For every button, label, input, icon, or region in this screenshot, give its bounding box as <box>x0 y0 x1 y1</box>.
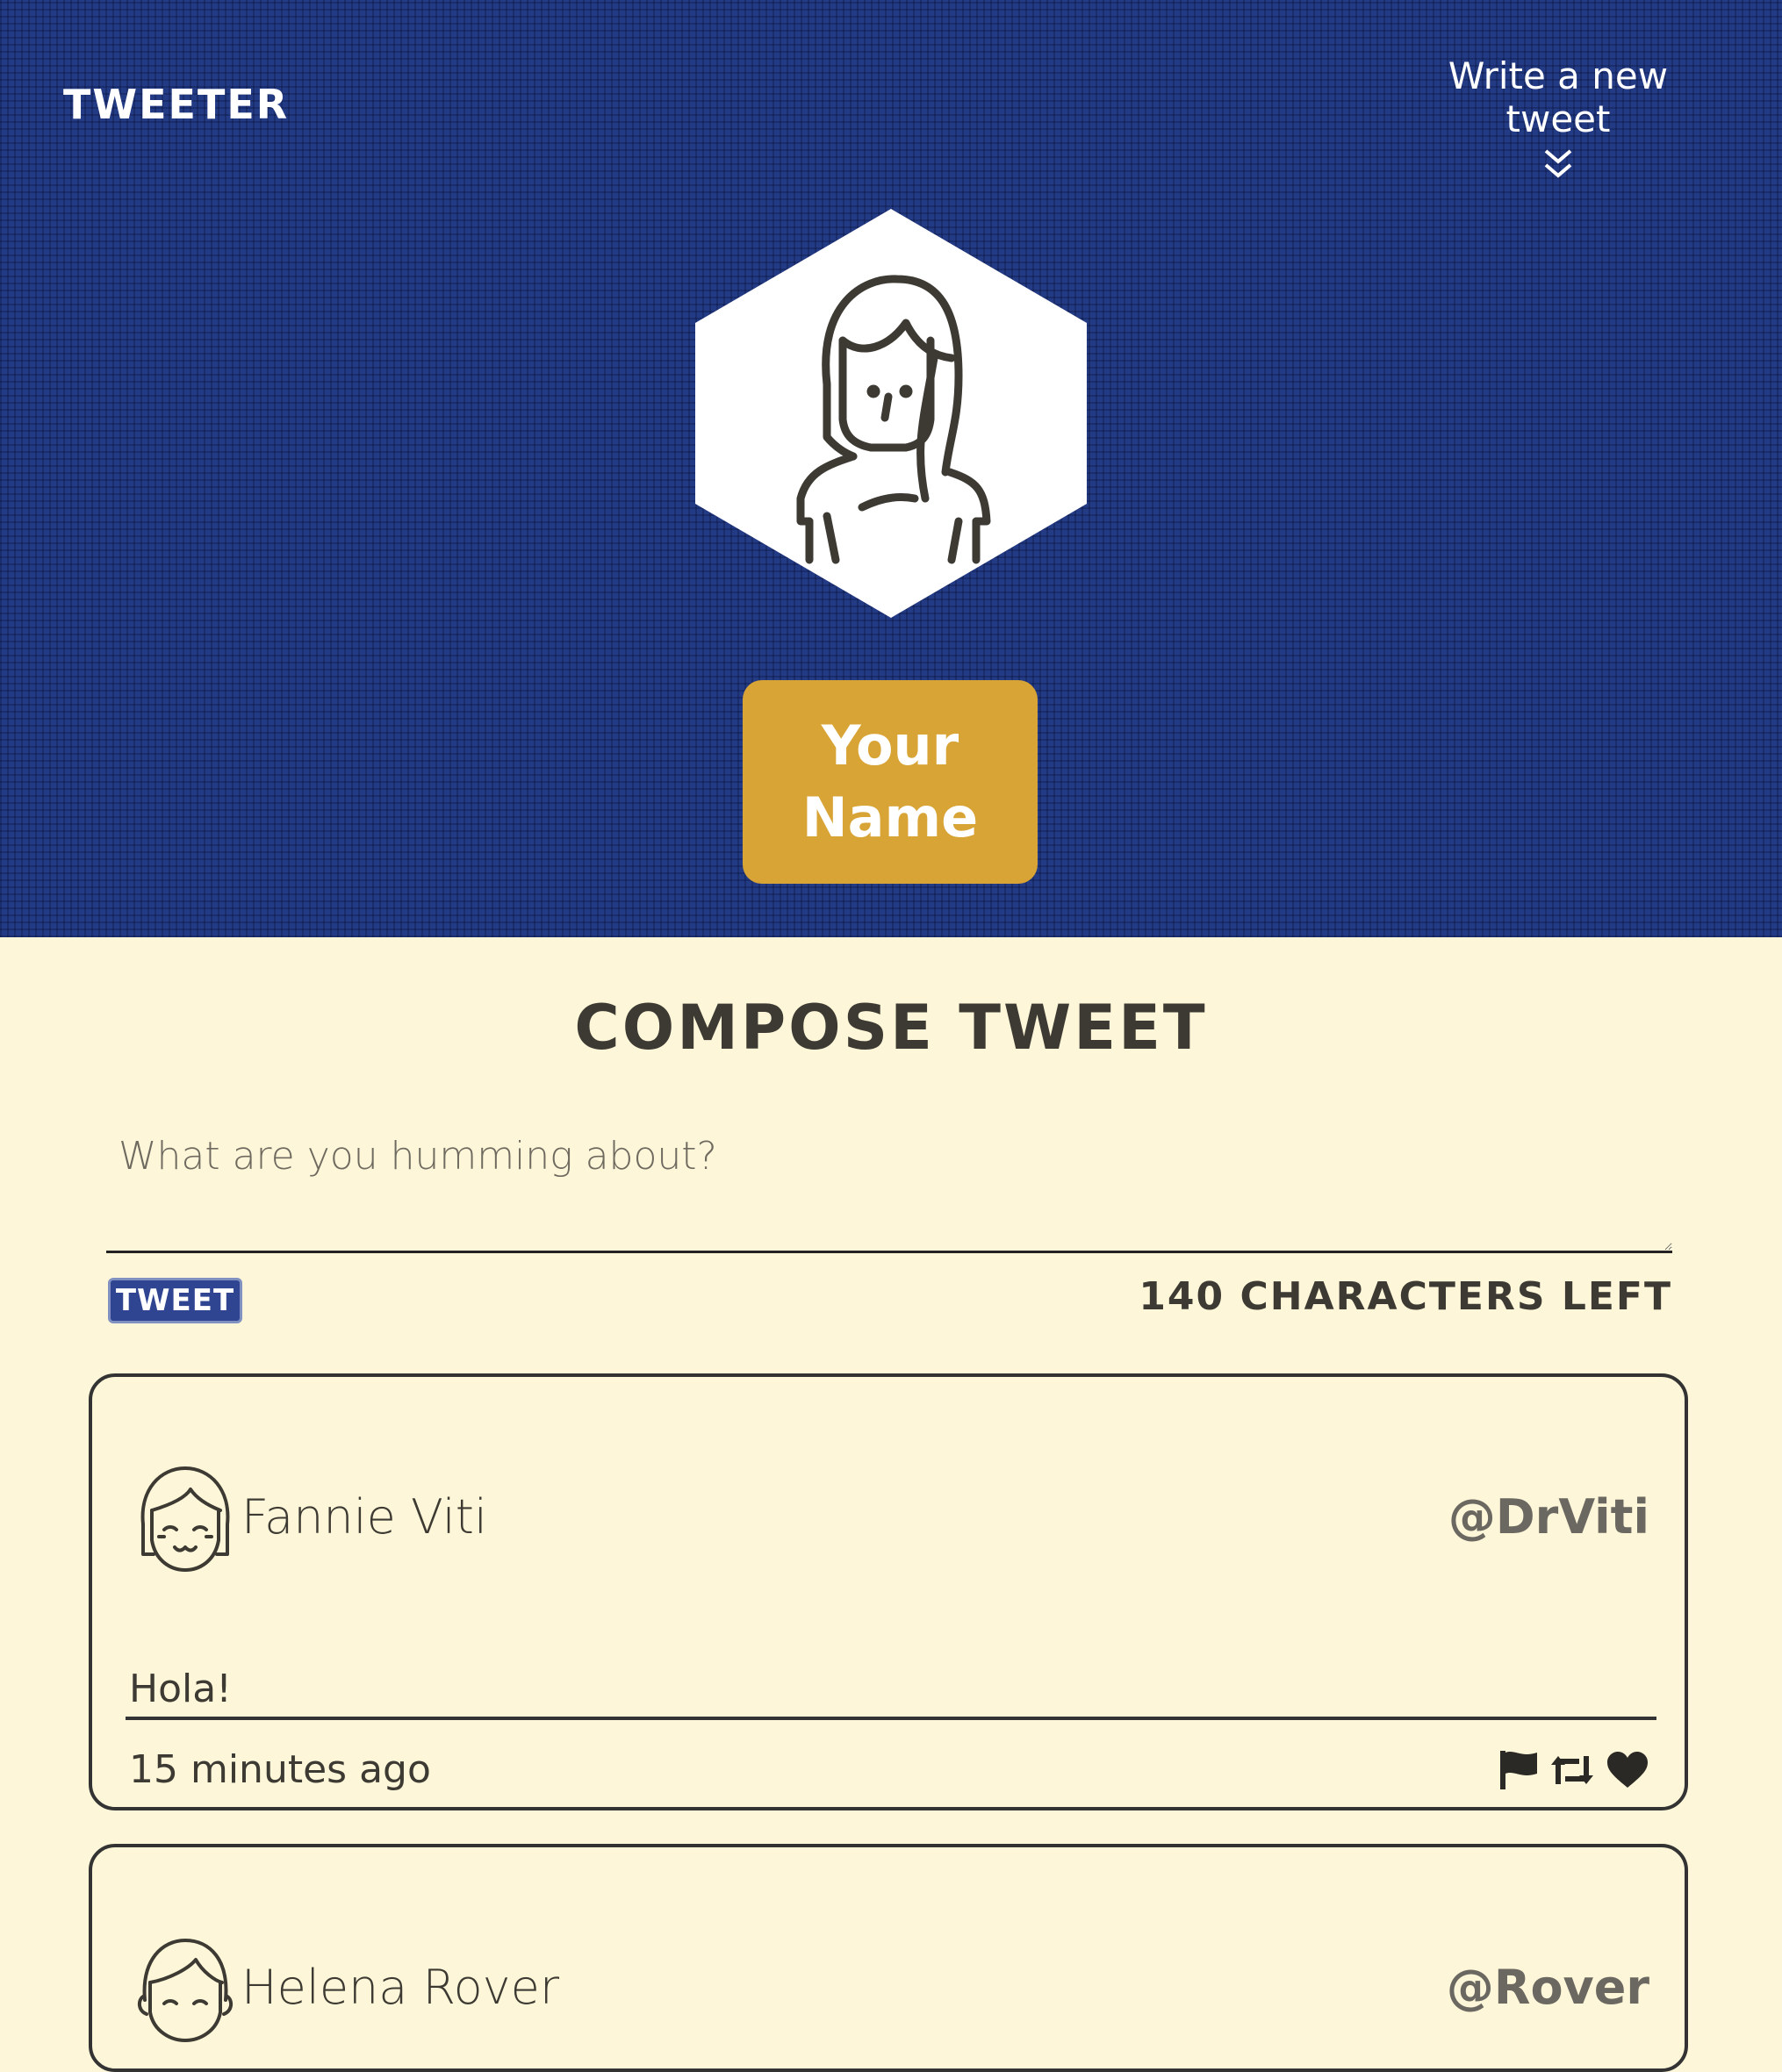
brand-logo[interactable]: TWEETER <box>63 81 289 128</box>
compose-title: COMPOSE TWEET <box>574 992 1208 1064</box>
tweet-body: Hola! <box>126 1667 1656 1720</box>
profile-name-badge: Your Name <box>743 680 1038 884</box>
tweet-author-handle[interactable]: @DrViti <box>1448 1489 1649 1545</box>
profile-header: TWEETER Write a new tweet Your Name <box>0 0 1782 937</box>
write-new-tweet-label: Write a new tweet <box>1448 54 1669 140</box>
flag-icon[interactable] <box>1498 1749 1539 1795</box>
double-chevron-down-icon <box>1544 149 1572 178</box>
character-counter: 140 CHARACTERS LEFT <box>1139 1274 1672 1319</box>
tweet-input[interactable] <box>106 1123 1672 1253</box>
profile-name: Your Name <box>801 713 979 850</box>
girl-avatar-icon <box>140 1466 230 1572</box>
tweet-actions <box>1498 1749 1649 1795</box>
tweet-author-name: Fannie Viti <box>241 1489 487 1545</box>
tweet-submit-button[interactable]: TWEET <box>108 1278 242 1323</box>
heart-icon[interactable] <box>1606 1751 1649 1793</box>
write-new-tweet-link[interactable]: Write a new tweet <box>1400 54 1716 183</box>
tweet-author-handle[interactable]: @Rover <box>1447 1960 1649 2015</box>
retweet-icon[interactable] <box>1549 1753 1595 1791</box>
boy-avatar-icon <box>137 1939 234 2042</box>
woman-avatar-icon <box>695 209 1087 618</box>
tweet-card: Helena Rover @Rover <box>89 1844 1688 2072</box>
tweet-author-name: Helena Rover <box>241 1960 560 2015</box>
tweet-card: Fannie Viti @DrViti Hola! 15 minutes ago <box>89 1373 1688 1810</box>
tweet-timestamp: 15 minutes ago <box>129 1747 431 1792</box>
